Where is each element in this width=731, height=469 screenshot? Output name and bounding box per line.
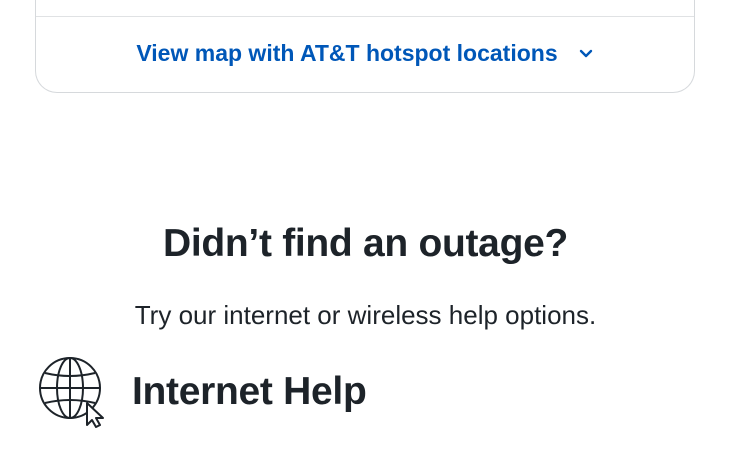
hotspot-map-card: View map with AT&T hotspot locations [35, 0, 695, 93]
globe-cursor-icon [39, 357, 104, 428]
view-hotspot-map-link[interactable]: View map with AT&T hotspot locations [36, 40, 694, 67]
card-divider [36, 16, 694, 17]
internet-help-link[interactable]: Internet Help [38, 356, 367, 428]
outage-subtext: Try our internet or wireless help option… [134, 300, 597, 330]
outage-heading: Didn’t find an outage? [162, 222, 568, 265]
view-hotspot-map-label: View map with AT&T hotspot locations [136, 40, 558, 66]
internet-help-title: Internet Help [132, 370, 367, 413]
chevron-down-icon [579, 49, 592, 57]
